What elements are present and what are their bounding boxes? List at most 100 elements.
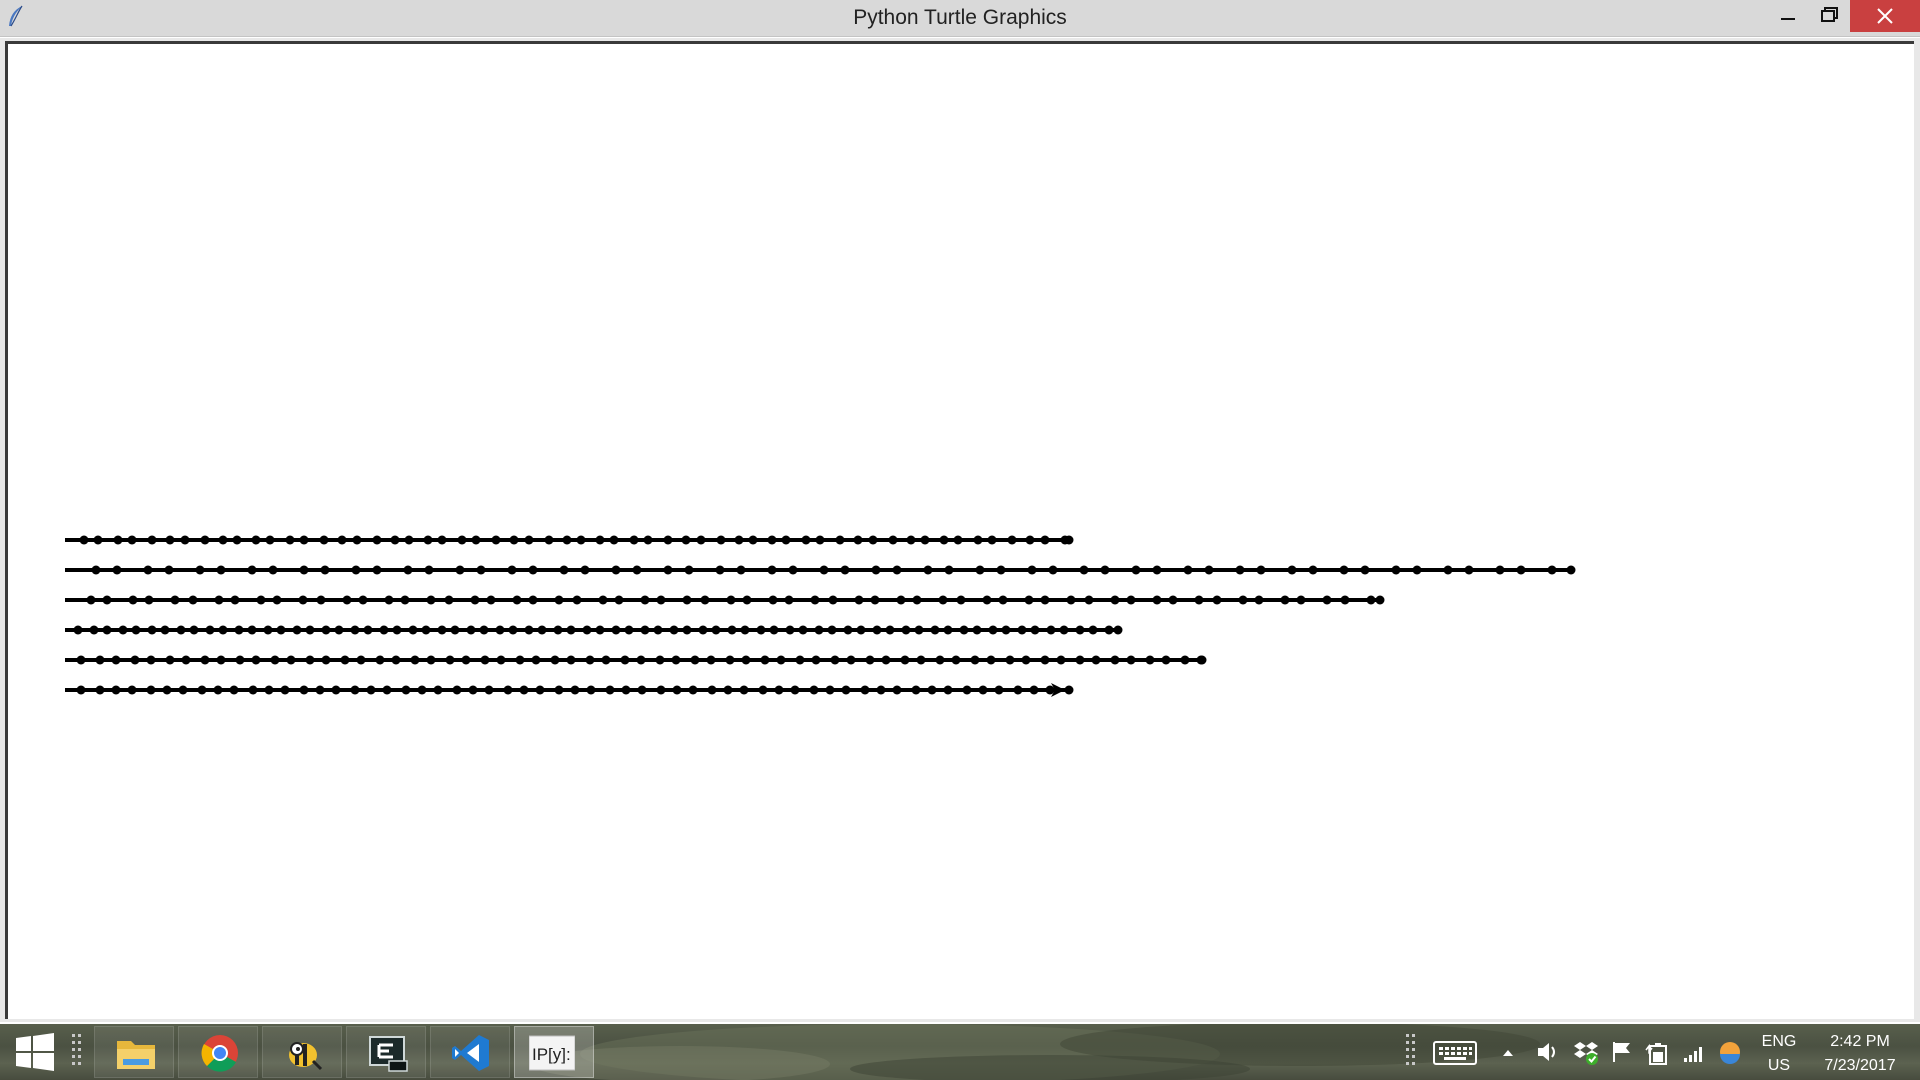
ipython-icon: IP[y]: bbox=[529, 1035, 575, 1071]
turtle-dot bbox=[450, 625, 460, 635]
turtle-dot bbox=[1056, 655, 1066, 665]
turtle-dot bbox=[819, 565, 829, 575]
terminal-icon bbox=[369, 1036, 408, 1072]
turtle-dot bbox=[663, 565, 673, 575]
turtle-dot bbox=[363, 625, 373, 635]
turtle-dot bbox=[1024, 595, 1034, 605]
turtle-dot bbox=[740, 625, 750, 635]
turtle-dot bbox=[461, 655, 471, 665]
turtle-dot bbox=[218, 535, 228, 545]
volume-button[interactable] bbox=[1534, 1038, 1562, 1066]
start-button[interactable] bbox=[0, 1024, 70, 1080]
taskbar-grip[interactable] bbox=[70, 1032, 84, 1072]
turtle-dot bbox=[809, 685, 819, 695]
action-center-button[interactable] bbox=[1608, 1038, 1636, 1066]
turtle-dot bbox=[601, 655, 611, 665]
action-center-flag-icon bbox=[1613, 1042, 1630, 1062]
system-clock[interactable]: 2:42 PM 7/23/2017 bbox=[1808, 1030, 1912, 1078]
turtle-dot bbox=[868, 535, 878, 545]
turtle-dot bbox=[927, 685, 937, 695]
turtle-dot bbox=[131, 625, 141, 635]
turtle-dot bbox=[507, 565, 517, 575]
turtle-dot bbox=[247, 565, 257, 575]
turtle-dot bbox=[620, 655, 630, 665]
turtle-dot bbox=[528, 595, 538, 605]
turtle-dot bbox=[76, 655, 86, 665]
clock-date: 7/23/2017 bbox=[1824, 1057, 1896, 1074]
turtle-dot bbox=[742, 595, 752, 605]
taskbar-ipython[interactable]: IP[y]: bbox=[514, 1026, 594, 1078]
turtle-dot bbox=[943, 685, 953, 695]
turtle-dot bbox=[841, 685, 851, 695]
taskbar-file-explorer[interactable] bbox=[94, 1026, 174, 1078]
turtle-dot bbox=[181, 655, 191, 665]
turtle-dot bbox=[906, 535, 916, 545]
turtle-dot bbox=[681, 535, 691, 545]
turtle-dot bbox=[938, 595, 948, 605]
turtle-dot bbox=[358, 595, 368, 605]
turtle-dot bbox=[901, 625, 911, 635]
close-button[interactable] bbox=[1850, 0, 1920, 32]
turtle-dot bbox=[1495, 565, 1505, 575]
turtle-dot bbox=[611, 565, 621, 575]
turtle-dot bbox=[951, 655, 961, 665]
toolbar-grip[interactable] bbox=[1404, 1032, 1418, 1072]
turtle-dot bbox=[305, 625, 315, 635]
turtle-dot bbox=[682, 625, 692, 635]
turtle-dot bbox=[774, 685, 784, 695]
turtle-dot bbox=[535, 685, 545, 695]
turtle-dot bbox=[790, 685, 800, 695]
turtle-dot bbox=[643, 535, 653, 545]
turtle-dot bbox=[885, 625, 895, 635]
turtle-dot bbox=[401, 685, 411, 695]
turtle-dot bbox=[372, 535, 382, 545]
turtle-dot bbox=[268, 565, 278, 575]
turtle-dot bbox=[320, 565, 330, 575]
turtle-dot bbox=[609, 535, 619, 545]
turtle-canvas[interactable] bbox=[5, 41, 1914, 1019]
touch-keyboard-button[interactable] bbox=[1432, 1038, 1480, 1066]
turtle-dot bbox=[835, 535, 845, 545]
turtle-dot bbox=[112, 565, 122, 575]
turtle-dot bbox=[1339, 565, 1349, 575]
taskbar-bee-app[interactable] bbox=[262, 1026, 342, 1078]
weather-button[interactable] bbox=[1716, 1038, 1744, 1066]
turtle-dot bbox=[170, 595, 180, 605]
turtle-dot bbox=[853, 535, 863, 545]
turtle-dot bbox=[528, 565, 538, 575]
vscode-icon bbox=[452, 1035, 489, 1071]
turtle-dot bbox=[632, 565, 642, 575]
turtle-dot bbox=[1254, 595, 1264, 605]
turtle-dot bbox=[962, 685, 972, 695]
taskbar-vscode[interactable] bbox=[430, 1026, 510, 1078]
turtle-dot bbox=[403, 565, 413, 575]
turtle-dot bbox=[423, 535, 433, 545]
taskbar-terminal[interactable] bbox=[346, 1026, 426, 1078]
restore-button[interactable] bbox=[1805, 0, 1853, 32]
taskbar-chrome[interactable] bbox=[178, 1026, 258, 1078]
turtle-dot bbox=[147, 535, 157, 545]
turtle-dot bbox=[1007, 535, 1017, 545]
turtle-dot bbox=[189, 625, 199, 635]
turtle-dot bbox=[509, 535, 519, 545]
window-titlebar[interactable]: Python Turtle Graphics bbox=[0, 0, 1920, 37]
turtle-dot bbox=[982, 595, 992, 605]
dropbox-button[interactable] bbox=[1572, 1038, 1600, 1066]
turtle-dot bbox=[636, 655, 646, 665]
turtle-dot bbox=[480, 655, 490, 665]
turtle-dot bbox=[1045, 685, 1055, 695]
turtle-dot bbox=[197, 685, 207, 695]
taskbar: IP[y]: ENG US 2:42 PM 7/23/2017 bbox=[0, 1024, 1920, 1080]
turtle-dot bbox=[1366, 595, 1376, 605]
battery-button[interactable] bbox=[1644, 1038, 1672, 1066]
network-button[interactable] bbox=[1680, 1038, 1708, 1066]
show-hidden-icons-button[interactable] bbox=[1494, 1038, 1522, 1066]
turtle-dot bbox=[470, 595, 480, 605]
language-indicator[interactable]: ENG US bbox=[1756, 1030, 1802, 1078]
turtle-dot bbox=[1030, 625, 1040, 635]
turtle-dot bbox=[580, 565, 590, 575]
turtle-dot bbox=[299, 565, 309, 575]
turtle-dot bbox=[975, 565, 985, 575]
turtle-dot bbox=[856, 625, 866, 635]
turtle-dot bbox=[285, 535, 295, 545]
